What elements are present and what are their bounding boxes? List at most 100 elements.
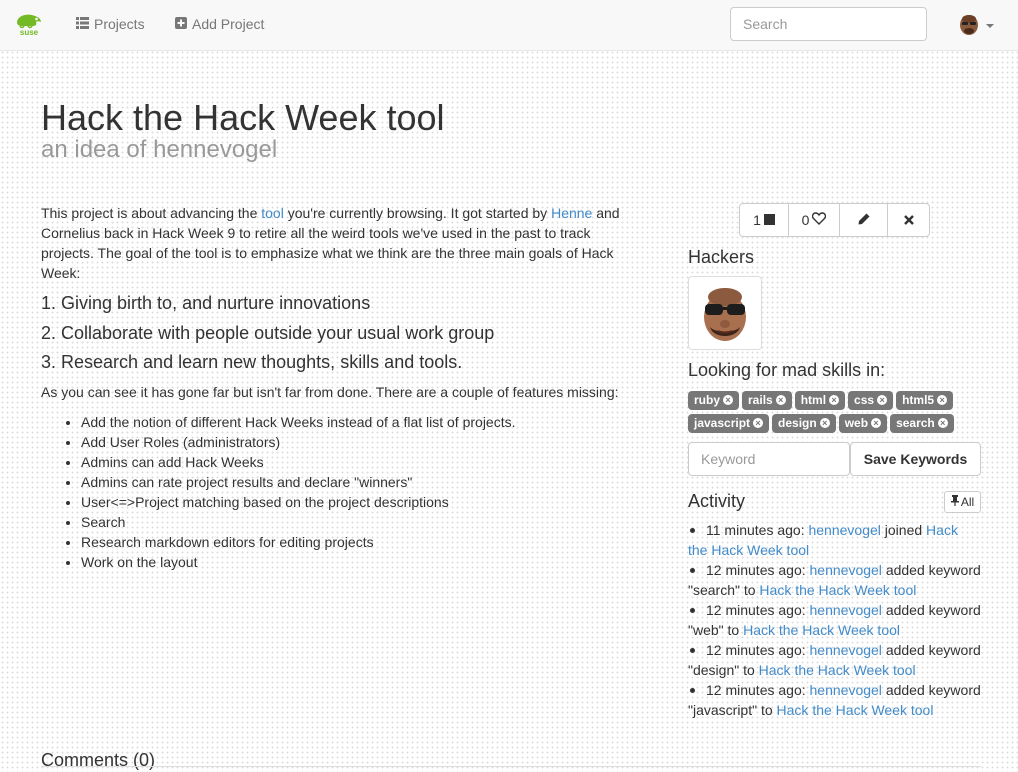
- tag-label: design: [778, 416, 817, 430]
- tag-label: web: [844, 416, 869, 430]
- bullet: [690, 647, 695, 653]
- activity-project-link[interactable]: Hack the Hack Week tool: [759, 582, 916, 598]
- activity-time: 12 minutes ago:: [706, 562, 806, 578]
- hacker-face-icon: [693, 281, 757, 345]
- activity-list: 11 minutes ago: hennevogel joined Hack t…: [688, 520, 981, 720]
- activity-title: Activity: [688, 491, 746, 511]
- logo-text: suse: [20, 28, 39, 36]
- goal-item: 3. Research and learn new thoughts, skil…: [41, 352, 463, 372]
- plus-square-icon: [175, 16, 187, 32]
- suse-logo[interactable]: suse: [12, 12, 46, 37]
- times-icon: [903, 212, 914, 228]
- page-subtitle: an idea of hennevogel: [41, 136, 278, 163]
- features-list: Add the notion of different Hack Weeks i…: [41, 412, 641, 572]
- bullet: [690, 527, 695, 533]
- pushpin-icon: [950, 495, 959, 509]
- keyword-tag: rails ×: [742, 391, 792, 410]
- feature-item: Admins can add Hack Weeks: [81, 452, 641, 472]
- times-circle-icon[interactable]: ×: [829, 395, 840, 405]
- times-circle-icon[interactable]: ×: [937, 418, 948, 428]
- search-input[interactable]: [730, 7, 927, 41]
- feature-item: User<=>Project matching based on the pro…: [81, 492, 641, 512]
- keyword-tag: html5 ×: [896, 391, 954, 410]
- activity-user-link[interactable]: hennevogel: [810, 642, 882, 658]
- tag-label: html5: [902, 393, 935, 407]
- activity-user-link[interactable]: hennevogel: [810, 602, 882, 618]
- stop-square-icon: [763, 212, 775, 228]
- all-label: All: [960, 495, 975, 509]
- times-circle-icon[interactable]: ×: [937, 395, 948, 405]
- keyword-tag: ruby ×: [688, 391, 740, 410]
- keyword-tag: html ×: [794, 391, 846, 410]
- intro-text-1: This project is about advancing the: [41, 205, 262, 221]
- tag-label: search: [896, 416, 935, 430]
- join-count: 1: [753, 212, 761, 228]
- tool-link[interactable]: tool: [261, 205, 284, 221]
- activity-item: 12 minutes ago: hennevogel added keyword…: [688, 600, 981, 640]
- activity-user-link[interactable]: hennevogel: [810, 682, 882, 698]
- divider: [41, 766, 981, 767]
- hacker-avatar[interactable]: [688, 276, 762, 350]
- tag-label: rails: [748, 393, 773, 407]
- nav-add-project-link[interactable]: Add Project: [175, 16, 264, 32]
- tag-label: css: [854, 393, 875, 407]
- bullet: [690, 607, 695, 613]
- goals-list: 1. Giving birth to, and nurture innovati…: [41, 293, 641, 372]
- keyword-input[interactable]: [688, 442, 850, 476]
- like-count: 0: [801, 212, 810, 228]
- feature-item: Add the notion of different Hack Weeks i…: [81, 412, 641, 432]
- activity-time: 11 minutes ago:: [706, 522, 805, 538]
- activity-project-link[interactable]: Hack the Hack Week tool: [777, 702, 934, 718]
- activity-item: 12 minutes ago: hennevogel added keyword…: [688, 680, 981, 720]
- keyword-tag: search ×: [890, 414, 954, 433]
- feature-item: Add User Roles (administrators): [81, 432, 641, 452]
- suse-chameleon-icon: suse: [17, 14, 41, 37]
- join-button[interactable]: 1: [739, 203, 789, 237]
- heart-outline-icon: [812, 212, 827, 228]
- tag-label: html: [800, 393, 827, 407]
- times-circle-icon[interactable]: ×: [877, 395, 888, 405]
- nav-add-project-label: Add Project: [192, 16, 265, 32]
- save-keywords-button[interactable]: Save Keywords: [850, 442, 981, 476]
- times-circle-icon[interactable]: ×: [775, 395, 786, 405]
- user-menu-dropdown[interactable]: [958, 13, 994, 38]
- activity-time: 12 minutes ago:: [706, 682, 806, 698]
- user-avatar-icon: [958, 13, 980, 38]
- pencil-icon: [858, 212, 870, 228]
- hackers-title: Hackers: [688, 247, 755, 267]
- activity-action: joined: [884, 522, 923, 538]
- like-button[interactable]: 0: [788, 203, 840, 237]
- activity-time: 12 minutes ago:: [706, 642, 806, 658]
- keyword-tag: css ×: [848, 391, 894, 410]
- keyword-tags: ruby × rails × html × css × html5 × javascript × de…: [688, 391, 988, 437]
- activity-user-link[interactable]: hennevogel: [810, 562, 882, 578]
- delete-button[interactable]: [887, 203, 930, 237]
- nav-projects-link[interactable]: Projects: [76, 16, 145, 32]
- bullet: [690, 567, 695, 573]
- comments-title: Comments (0): [41, 750, 156, 770]
- times-circle-icon[interactable]: ×: [723, 395, 734, 405]
- bullet: [690, 687, 695, 693]
- activity-project-link[interactable]: Hack the Hack Week tool: [743, 622, 900, 638]
- activity-project-link[interactable]: Hack the Hack Week tool: [759, 662, 916, 678]
- feature-item: Admins can rate project results and decl…: [81, 472, 641, 492]
- intro-paragraph: This project is about advancing the tool…: [41, 203, 641, 283]
- list-icon: [76, 16, 89, 32]
- activity-user-link[interactable]: hennevogel: [808, 522, 880, 538]
- henne-link[interactable]: Henne: [551, 205, 592, 221]
- activity-item: 11 minutes ago: hennevogel joined Hack t…: [688, 520, 981, 560]
- times-circle-icon[interactable]: ×: [871, 418, 882, 428]
- keyword-tag: javascript ×: [688, 414, 770, 433]
- all-activity-button[interactable]: All: [944, 491, 981, 513]
- intro-text-2: you're currently browsing. It got starte…: [283, 205, 552, 221]
- keyword-tag: web ×: [838, 414, 888, 433]
- missing-intro: As you can see it has gone far but isn't…: [41, 383, 619, 400]
- nav-projects-label: Projects: [94, 16, 145, 32]
- feature-item: Work on the layout: [81, 552, 641, 572]
- tag-label: ruby: [694, 393, 721, 407]
- skills-title: Looking for mad skills in:: [688, 360, 886, 380]
- keyword-tag: design ×: [772, 414, 836, 433]
- edit-button[interactable]: [839, 203, 888, 237]
- times-circle-icon[interactable]: ×: [753, 418, 764, 428]
- times-circle-icon[interactable]: ×: [819, 418, 830, 428]
